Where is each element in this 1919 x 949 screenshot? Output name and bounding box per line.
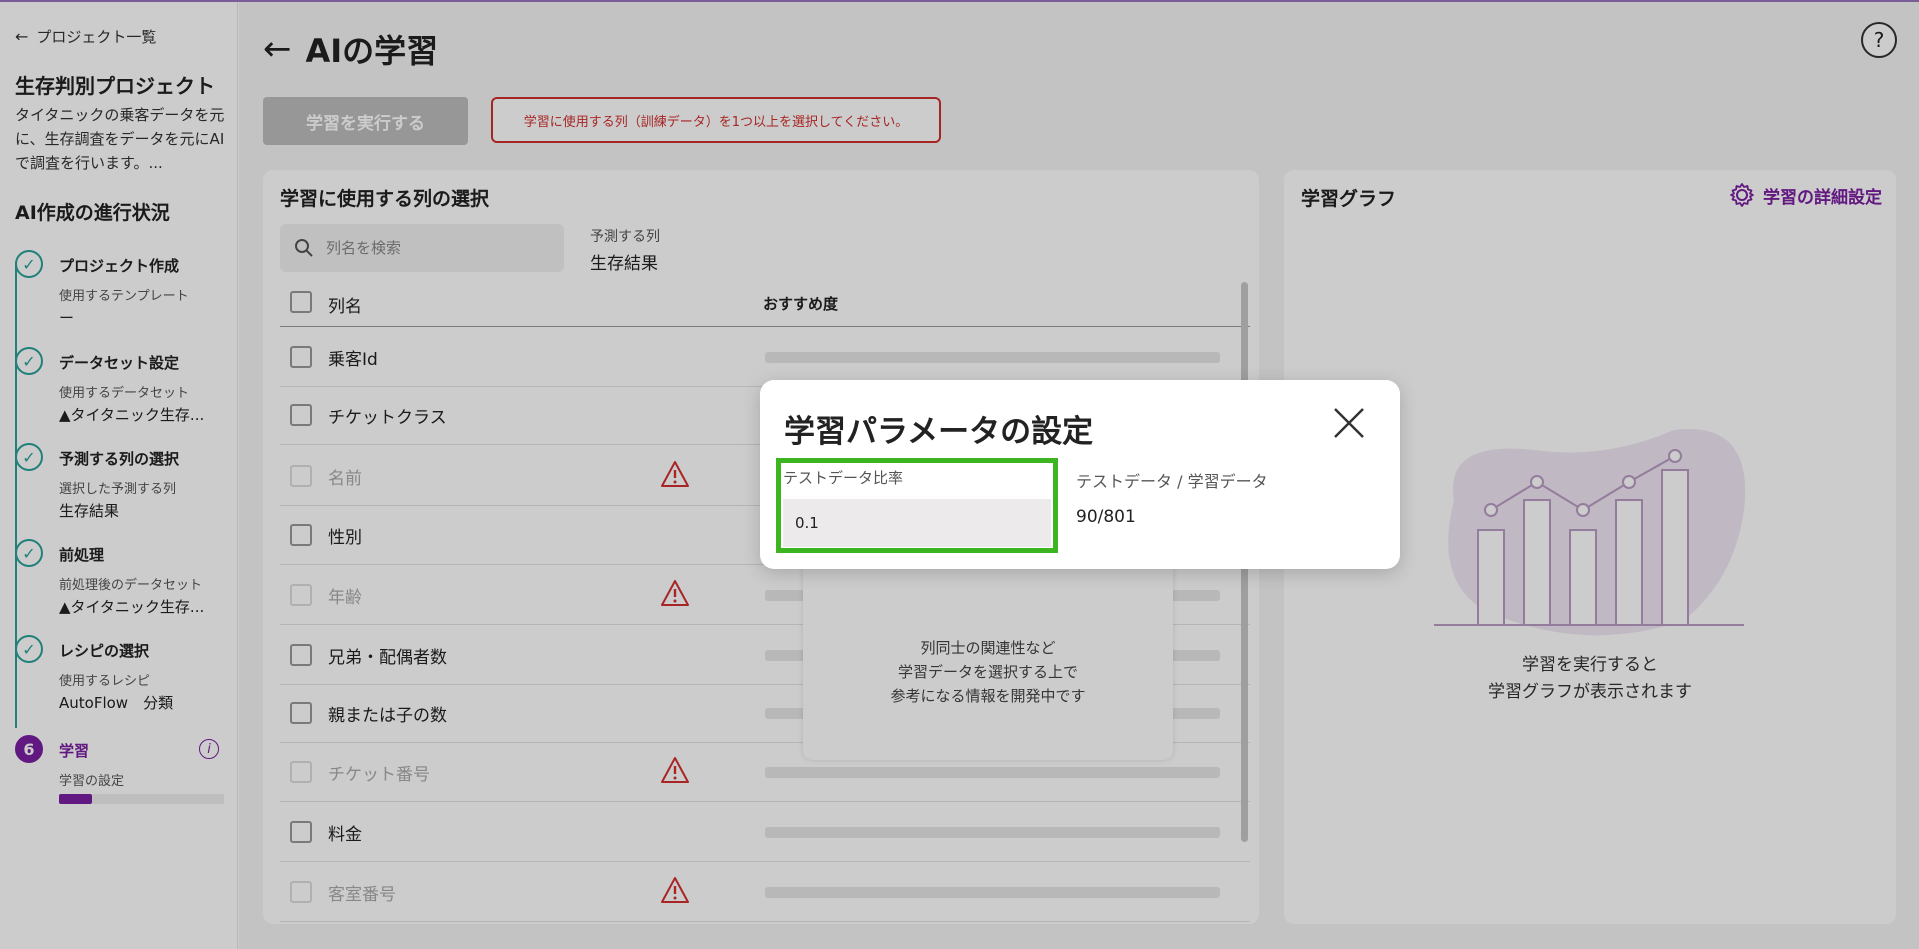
test-ratio-field: テストデータ比率: [776, 458, 1058, 553]
test-ratio-input[interactable]: [783, 499, 1051, 547]
close-icon[interactable]: [1332, 406, 1366, 440]
top-accent-line: [0, 0, 1919, 2]
data-split-value: 90/801: [1076, 507, 1136, 527]
dialog-title: 学習パラメータの設定: [784, 414, 1094, 450]
training-parameter-dialog: 学習パラメータの設定 テストデータ比率 テストデータ / 学習データ 90/80…: [760, 380, 1400, 569]
test-ratio-label: テストデータ比率: [783, 469, 904, 487]
data-split-label: テストデータ / 学習データ: [1076, 472, 1268, 491]
